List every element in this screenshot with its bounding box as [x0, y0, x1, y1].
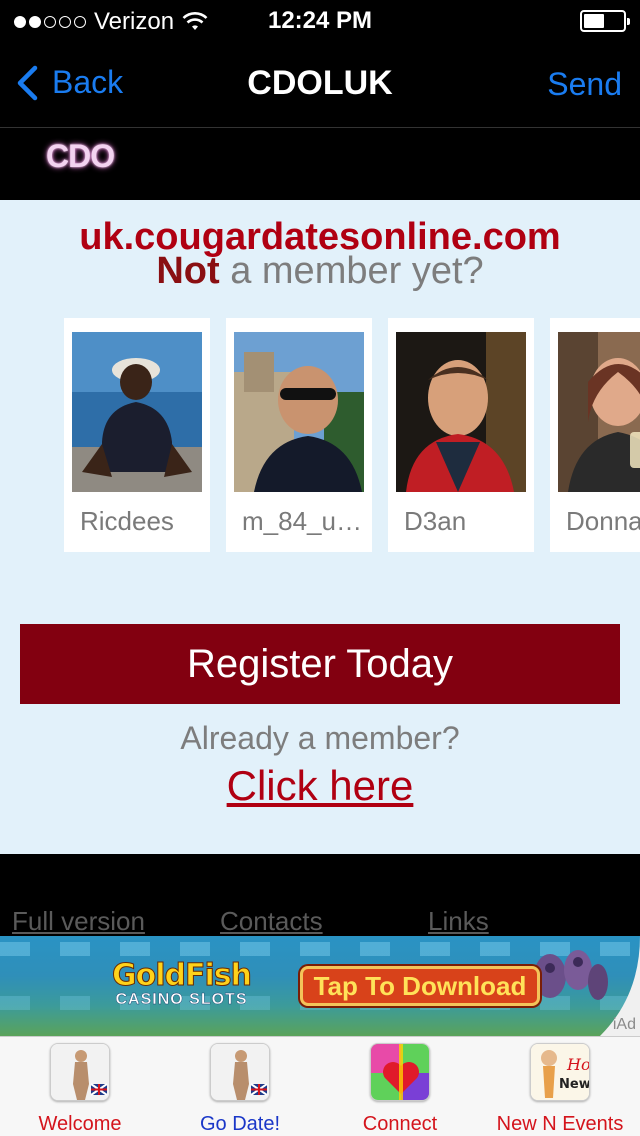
not-member-heading: Not a member yet?: [0, 250, 640, 293]
not-member-rest: a member yet?: [219, 250, 484, 292]
send-button[interactable]: Send: [547, 66, 622, 103]
hot-news-icon: Hot News: [530, 1043, 590, 1101]
battery-icon: [580, 10, 630, 32]
profile-carousel[interactable]: Ricdees m_84_u… D3an Donna: [64, 318, 640, 552]
profile-card[interactable]: D3an: [388, 318, 534, 552]
ad-brand: GoldFish: [112, 958, 253, 994]
full-version-link[interactable]: Full version: [12, 906, 145, 937]
tab-new-n-events[interactable]: Hot News New N Events: [480, 1037, 640, 1136]
svg-text:Hot: Hot: [566, 1055, 590, 1074]
profile-card[interactable]: Donna: [550, 318, 640, 552]
person-uk-flag-icon: [210, 1043, 270, 1101]
ad-banner[interactable]: GoldFish CASINO SLOTS Tap To Download iA…: [0, 936, 640, 1036]
tab-connect[interactable]: Connect: [320, 1037, 480, 1136]
tab-label: Welcome: [38, 1113, 122, 1135]
profile-name: Donna: [566, 506, 640, 536]
tab-bar: Welcome Go Date! Connect Ho New New N Ev…: [0, 1036, 640, 1136]
profile-photo: [558, 332, 640, 492]
tab-go-date[interactable]: Go Date!: [160, 1037, 320, 1136]
footer-links: Full version Contacts Links: [0, 854, 640, 936]
login-link[interactable]: Click here: [0, 762, 640, 810]
tab-label: Go Date!: [199, 1113, 281, 1135]
profile-name: m_84_u…: [242, 506, 362, 536]
profile-name: Ricdees: [80, 506, 174, 536]
navigation-bar: Back CDOLUK Send: [0, 40, 640, 128]
logo-strip: CDO: [0, 128, 640, 200]
profile-card[interactable]: Ricdees: [64, 318, 210, 552]
svg-text:News: News: [559, 1077, 590, 1092]
not-word: Not: [156, 250, 220, 292]
contacts-link[interactable]: Contacts: [220, 906, 323, 937]
profile-card[interactable]: m_84_u…: [226, 318, 372, 552]
ad-subtitle: CASINO SLOTS: [115, 991, 248, 1008]
gift-hearts-icon: [370, 1043, 430, 1101]
tap-to-download-button[interactable]: Tap To Download: [300, 966, 540, 1006]
profile-photo: [234, 332, 364, 492]
status-bar: Verizon 12:24 PM: [0, 0, 640, 40]
tab-label: New N Events: [496, 1113, 624, 1135]
clock: 12:24 PM: [267, 7, 373, 34]
profile-photo: [72, 332, 202, 492]
register-today-button[interactable]: Register Today: [20, 624, 620, 704]
tab-welcome[interactable]: Welcome: [0, 1037, 160, 1136]
links-link[interactable]: Links: [428, 906, 489, 937]
profile-photo: [396, 332, 526, 492]
page-title: CDOLUK: [247, 64, 393, 102]
profile-name: D3an: [404, 506, 467, 536]
person-uk-flag-icon: [50, 1043, 110, 1101]
goldfish-logo: GoldFish CASINO SLOTS: [112, 958, 253, 1009]
already-member-text: Already a member?: [180, 720, 460, 756]
iad-badge: iAd: [612, 1016, 636, 1033]
main-content: uk.cougardatesonline.com Not a member ye…: [0, 200, 640, 854]
app-logo: CDO: [46, 138, 115, 174]
tab-label: Connect: [362, 1113, 438, 1135]
